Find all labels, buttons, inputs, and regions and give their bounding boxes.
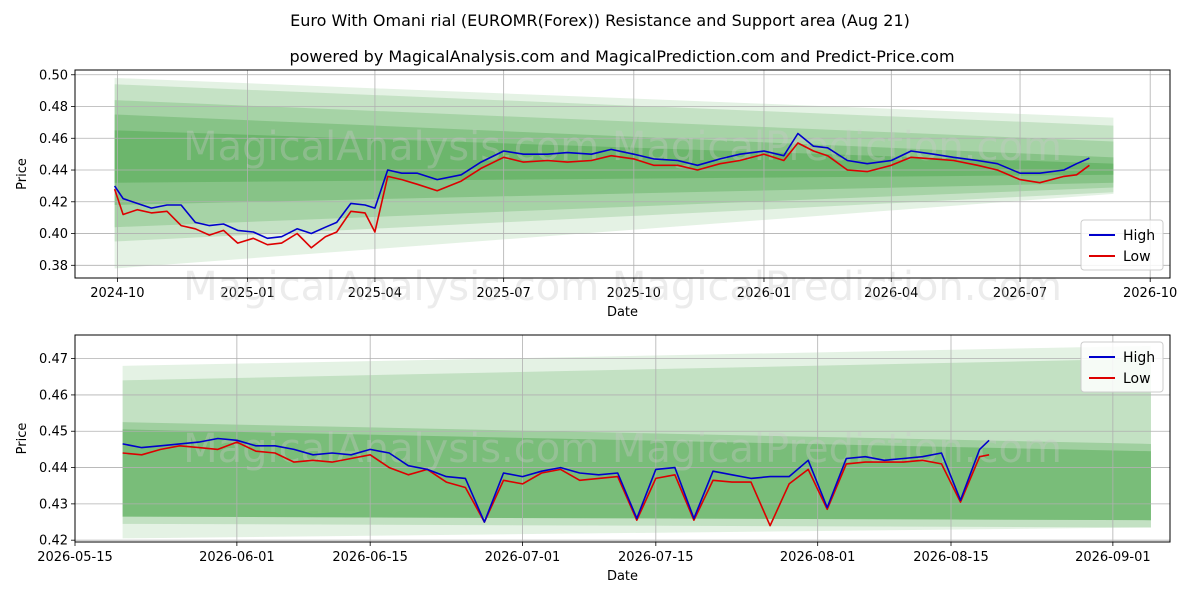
lower-panel: 2026-05-15 2026-06-01 2026-06-15 2026-07-01… bbox=[15, 334, 1171, 584]
y-tick-label: 0.38 bbox=[39, 259, 68, 274]
x-tick-label: 2026-08-01 bbox=[780, 550, 856, 565]
y-tick-label: 0.44 bbox=[39, 461, 68, 476]
x-tick-label: 2026-08-15 bbox=[913, 550, 989, 565]
legend-label-low: Low bbox=[1123, 249, 1151, 265]
chart-subtitle: powered by MagicalAnalysis.com and Magic… bbox=[289, 47, 954, 66]
x-tick-label: 2026-07-01 bbox=[485, 550, 561, 565]
x-tick-label: 2026-10 bbox=[1123, 286, 1177, 301]
legend: High Low bbox=[1080, 219, 1164, 271]
x-tick-label: 2026-07-15 bbox=[618, 550, 694, 565]
legend: High Low bbox=[1080, 341, 1164, 393]
y-tick-label: 0.44 bbox=[39, 164, 68, 179]
y-axis-label: Price bbox=[15, 423, 30, 455]
chart-canvas: Euro With Omani rial (EUROMR(Forex)) Res… bbox=[15, 11, 1177, 584]
y-tick-label: 0.46 bbox=[39, 388, 68, 403]
watermark: MagicalAnalysis.com MagicalPrediction.co… bbox=[183, 124, 1062, 170]
y-tick-label: 0.42 bbox=[39, 534, 68, 549]
y-tick-label: 0.48 bbox=[39, 100, 68, 115]
y-tick-label: 0.46 bbox=[39, 132, 68, 147]
x-tick-label: 2026-09-01 bbox=[1075, 550, 1151, 565]
x-axis-label: Date bbox=[607, 305, 638, 320]
watermark: MagicalAnalysis.com MagicalPrediction.co… bbox=[183, 264, 1062, 310]
legend-label-low: Low bbox=[1123, 371, 1151, 387]
watermark: MagicalAnalysis.com MagicalPrediction.co… bbox=[183, 426, 1062, 472]
x-tick-label: 2026-05-15 bbox=[37, 550, 113, 565]
chart-title: Euro With Omani rial (EUROMR(Forex)) Res… bbox=[290, 11, 910, 30]
y-tick-label: 0.50 bbox=[39, 68, 68, 83]
y-axis-label: Price bbox=[15, 158, 30, 190]
x-tick-label: 2026-06-01 bbox=[199, 550, 275, 565]
x-axis-label: Date bbox=[607, 569, 638, 584]
y-tick-label: 0.42 bbox=[39, 195, 68, 210]
upper-panel: 2024-10 2025-01 2025-04 2025-07 2025-10 2026-… bbox=[15, 68, 1177, 320]
y-tick-label: 0.45 bbox=[39, 425, 68, 440]
legend-label-high: High bbox=[1123, 228, 1155, 244]
y-tick-label: 0.47 bbox=[39, 352, 68, 367]
y-tick-label: 0.40 bbox=[39, 227, 68, 242]
x-tick-label: 2024-10 bbox=[90, 286, 144, 301]
legend-label-high: High bbox=[1123, 350, 1155, 366]
x-tick-label: 2026-06-15 bbox=[332, 550, 408, 565]
y-tick-label: 0.43 bbox=[39, 497, 68, 512]
